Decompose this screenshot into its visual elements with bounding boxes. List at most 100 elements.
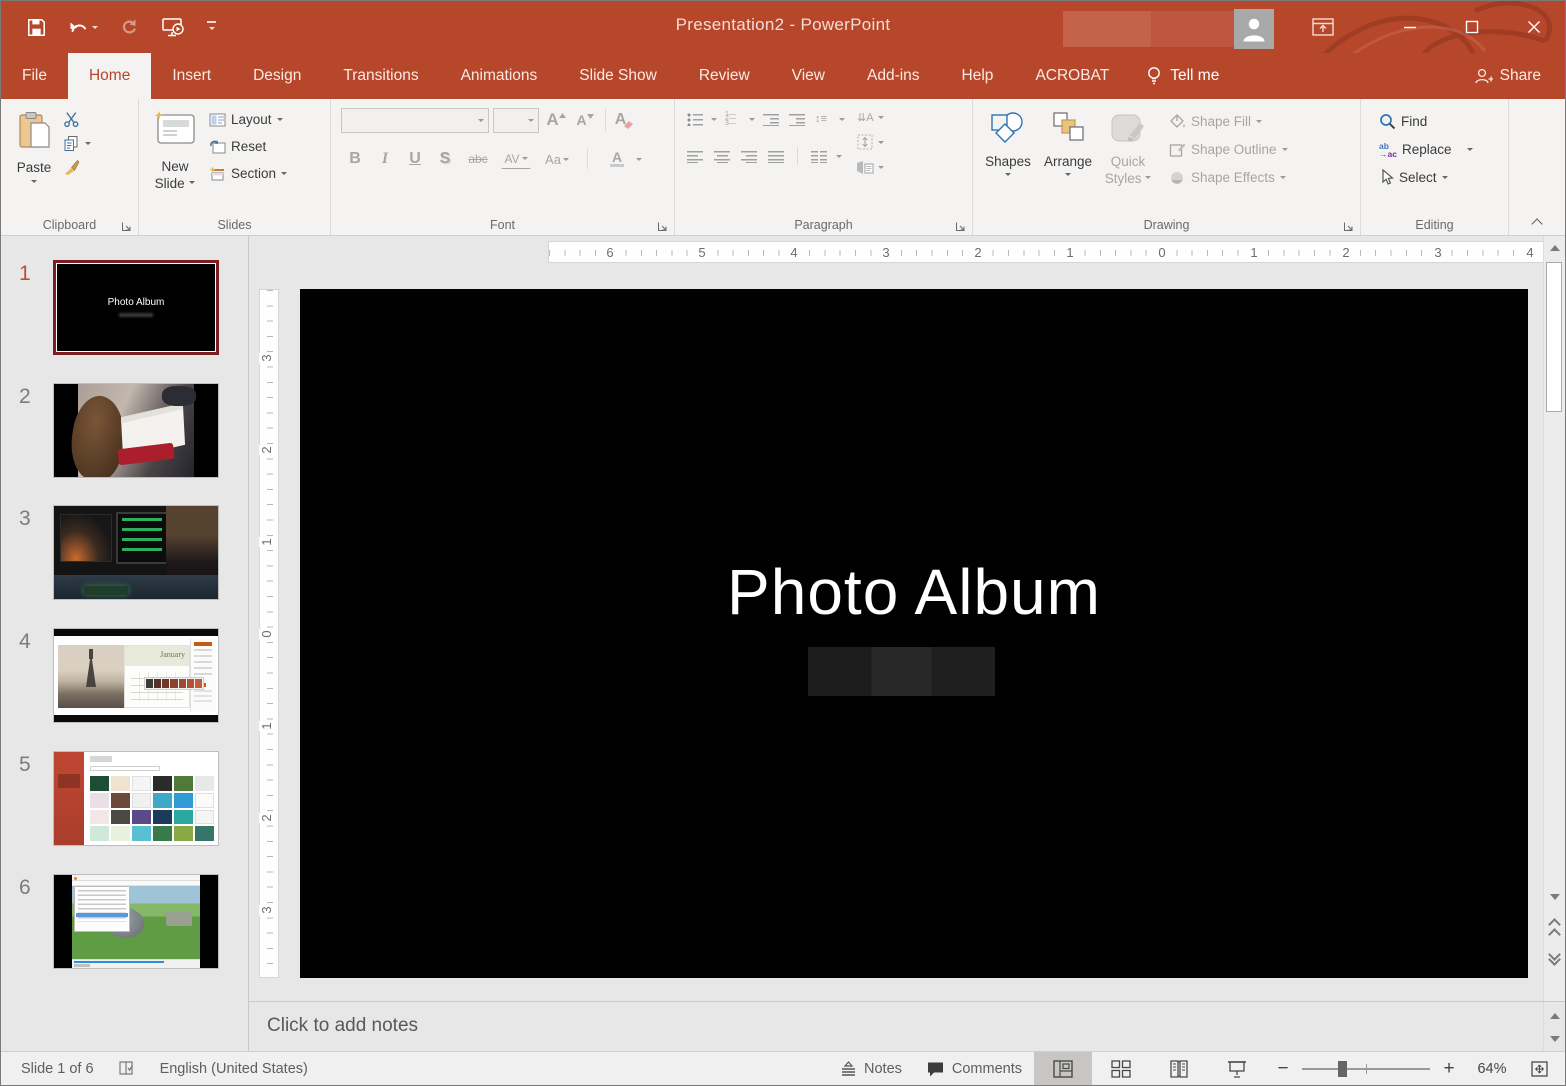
slide-subtitle-redacted[interactable] bbox=[808, 647, 995, 696]
increase-indent-button[interactable] bbox=[787, 109, 807, 129]
shape-fill-button-disabled[interactable]: Shape Fill bbox=[1165, 109, 1292, 134]
notes-scroll-up[interactable] bbox=[1544, 1004, 1565, 1026]
slide-6-thumbnail[interactable] bbox=[53, 874, 219, 969]
align-left-button[interactable] bbox=[685, 146, 705, 166]
collapse-ribbon-button[interactable] bbox=[1533, 215, 1549, 229]
fit-slide-to-window-button[interactable] bbox=[1518, 1052, 1565, 1085]
numbering-button[interactable]: 1—2—3— bbox=[723, 109, 743, 129]
decrease-font-size-button[interactable]: A bbox=[573, 110, 597, 130]
slide-4-thumbnail[interactable]: January bbox=[53, 628, 219, 723]
tab-add-ins[interactable]: Add-ins bbox=[846, 53, 941, 99]
slide-canvas[interactable]: Photo Album bbox=[300, 289, 1528, 978]
bullets-button[interactable] bbox=[685, 109, 705, 129]
tell-me-box[interactable]: Tell me bbox=[1130, 53, 1235, 99]
scroll-down-button[interactable] bbox=[1544, 886, 1565, 908]
columns-caret[interactable] bbox=[836, 155, 842, 161]
align-right-button[interactable] bbox=[739, 146, 759, 166]
section-button[interactable]: Section bbox=[205, 161, 291, 186]
normal-view-button[interactable] bbox=[1034, 1052, 1092, 1085]
copy-dropdown-caret[interactable] bbox=[85, 142, 91, 148]
copy-button[interactable] bbox=[61, 133, 81, 153]
columns-button[interactable] bbox=[809, 146, 829, 166]
character-spacing-button[interactable]: AV bbox=[501, 149, 531, 169]
tab-insert[interactable]: Insert bbox=[151, 53, 232, 99]
tab-animations[interactable]: Animations bbox=[440, 53, 559, 99]
font-dialog-launcher[interactable] bbox=[657, 219, 669, 231]
tab-home[interactable]: Home bbox=[68, 53, 151, 99]
font-size-combobox[interactable] bbox=[493, 108, 539, 133]
tab-file[interactable]: File bbox=[1, 53, 68, 99]
slide-1-thumbnail[interactable]: Photo Album bbox=[53, 260, 219, 355]
underline-button[interactable]: U bbox=[405, 149, 425, 169]
paragraph-dialog-launcher[interactable] bbox=[955, 219, 967, 231]
drawing-dialog-launcher[interactable] bbox=[1343, 219, 1355, 231]
text-direction-button[interactable]: ⇊A bbox=[855, 107, 875, 127]
reset-button[interactable]: Reset bbox=[205, 134, 291, 159]
find-button[interactable]: Find bbox=[1375, 109, 1504, 134]
bold-button[interactable]: B bbox=[345, 149, 365, 169]
minimize-button[interactable] bbox=[1379, 1, 1441, 53]
tab-help[interactable]: Help bbox=[941, 53, 1015, 99]
maximize-button[interactable] bbox=[1441, 1, 1503, 53]
editor-vertical-scrollbar[interactable] bbox=[1543, 236, 1565, 1001]
change-case-button[interactable]: Aa bbox=[541, 149, 573, 169]
language-indicator[interactable]: English (United States) bbox=[148, 1052, 320, 1085]
slide-indicator[interactable]: Slide 1 of 6 bbox=[1, 1052, 106, 1085]
notes-pane[interactable]: Click to add notes bbox=[249, 1001, 1565, 1053]
account-avatar[interactable] bbox=[1234, 9, 1274, 49]
font-color-caret[interactable] bbox=[636, 158, 642, 164]
slide-5-thumbnail[interactable] bbox=[53, 751, 219, 846]
notes-placeholder[interactable]: Click to add notes bbox=[267, 1015, 418, 1037]
close-button[interactable] bbox=[1503, 1, 1565, 53]
tab-view[interactable]: View bbox=[771, 53, 846, 99]
slide-2-thumbnail[interactable] bbox=[53, 383, 219, 478]
layout-button[interactable]: Layout bbox=[205, 107, 291, 132]
tab-review[interactable]: Review bbox=[678, 53, 771, 99]
clipboard-dialog-launcher[interactable] bbox=[121, 219, 133, 231]
tab-acrobat[interactable]: ACROBAT bbox=[1014, 53, 1130, 99]
font-name-combobox[interactable] bbox=[341, 108, 489, 133]
notes-scrollbar[interactable] bbox=[1543, 1002, 1565, 1053]
reading-view-button[interactable] bbox=[1150, 1052, 1208, 1085]
replace-caret[interactable] bbox=[1467, 148, 1473, 154]
line-spacing-button[interactable]: ↕≡ bbox=[813, 109, 833, 129]
format-painter-button[interactable] bbox=[61, 157, 81, 177]
shape-effects-button-disabled[interactable]: Shape Effects bbox=[1165, 165, 1292, 190]
shapes-button[interactable]: Shapes bbox=[979, 105, 1037, 207]
paste-button[interactable]: Paste bbox=[7, 105, 61, 207]
italic-button[interactable]: I bbox=[375, 149, 395, 169]
new-slide-button[interactable]: NewSlide bbox=[145, 105, 205, 207]
increase-font-size-button[interactable]: A bbox=[543, 110, 569, 130]
zoom-in-button[interactable]: + bbox=[1440, 1058, 1458, 1080]
strikethrough-button[interactable]: abc bbox=[465, 149, 491, 169]
notes-scroll-down[interactable] bbox=[1544, 1028, 1565, 1050]
quick-styles-button-disabled[interactable]: QuickStyles bbox=[1099, 105, 1157, 207]
slide-sorter-view-button[interactable] bbox=[1092, 1052, 1150, 1085]
numbering-caret[interactable] bbox=[749, 118, 755, 124]
align-text-button[interactable] bbox=[855, 132, 875, 152]
clear-formatting-button[interactable]: A bbox=[614, 110, 634, 130]
align-center-button[interactable] bbox=[712, 146, 732, 166]
ribbon-display-options-button[interactable] bbox=[1306, 13, 1340, 41]
font-color-button[interactable]: A bbox=[602, 149, 632, 169]
scroll-up-button[interactable] bbox=[1544, 236, 1565, 258]
convert-to-smartart-button[interactable] bbox=[855, 157, 875, 177]
zoom-percentage[interactable]: 64% bbox=[1466, 1061, 1518, 1077]
decrease-indent-button[interactable] bbox=[761, 109, 781, 129]
comments-toggle-button[interactable]: Comments bbox=[914, 1052, 1034, 1085]
shape-outline-button-disabled[interactable]: Shape Outline bbox=[1165, 137, 1292, 162]
vertical-ruler[interactable]: 3 2 1 0 1 2 3 bbox=[259, 289, 279, 978]
share-button[interactable]: Share bbox=[1449, 53, 1565, 99]
notes-toggle-button[interactable]: Notes bbox=[828, 1052, 914, 1085]
zoom-out-button[interactable]: − bbox=[1274, 1058, 1292, 1080]
next-slide-button[interactable] bbox=[1544, 948, 1565, 970]
scrollbar-thumb[interactable] bbox=[1546, 262, 1562, 412]
slide-show-view-button[interactable] bbox=[1208, 1052, 1266, 1085]
tab-slide-show[interactable]: Slide Show bbox=[558, 53, 678, 99]
text-direction-caret[interactable] bbox=[878, 116, 884, 122]
slide-title-text[interactable]: Photo Album bbox=[300, 555, 1528, 629]
smartart-caret[interactable] bbox=[878, 166, 884, 172]
previous-slide-button[interactable] bbox=[1544, 918, 1565, 940]
bullets-caret[interactable] bbox=[711, 118, 717, 124]
justify-button[interactable] bbox=[766, 146, 786, 166]
